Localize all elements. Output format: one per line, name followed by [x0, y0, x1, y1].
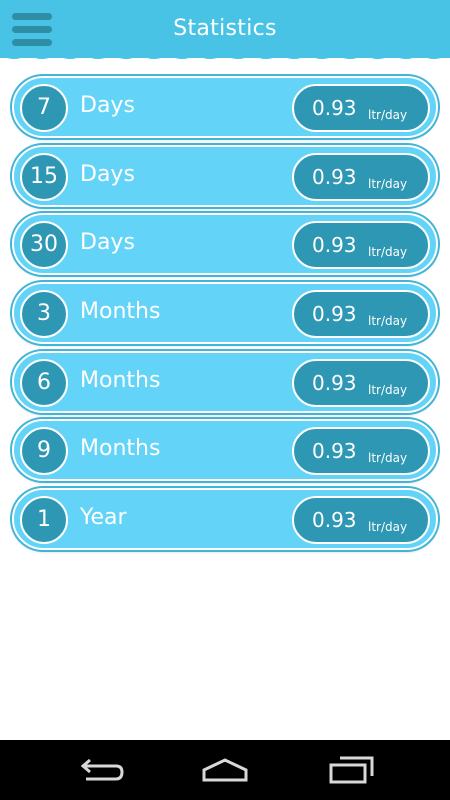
stat-row-6-months[interactable]: 6 Months 0.93 ltr/day [12, 351, 438, 413]
average-value: 0.93 [312, 371, 357, 395]
scallop-wave [308, 48, 336, 59]
value-pill: 0.93 ltr/day [292, 427, 430, 475]
period-label: Days [80, 162, 135, 187]
stat-row-1-year[interactable]: 1 Year 0.93 ltr/day [12, 488, 438, 550]
scallop-wave [392, 48, 420, 59]
scallop-wave [28, 48, 56, 59]
unit-label: ltr/day [368, 314, 408, 328]
stat-row-7-days[interactable]: 7 Days 0.93 ltr/day [12, 76, 438, 138]
scallop-wave [336, 48, 364, 59]
value-pill: 0.93 ltr/day [292, 290, 430, 338]
scallop-wave [0, 48, 28, 59]
stat-row-3-months[interactable]: 3 Months 0.93 ltr/day [12, 282, 438, 344]
period-label: Days [80, 93, 135, 118]
unit-label: ltr/day [368, 177, 408, 191]
period-label: Months [80, 436, 161, 461]
scallop-wave [252, 48, 280, 59]
scallop-wave [196, 48, 224, 59]
scallop-wave [364, 48, 392, 59]
value-pill: 0.93 ltr/day [292, 221, 430, 269]
stat-row-9-months[interactable]: 9 Months 0.93 ltr/day [12, 419, 438, 481]
average-value: 0.93 [312, 302, 357, 326]
period-number: 6 [20, 359, 68, 407]
stat-row-15-days[interactable]: 15 Days 0.93 ltr/day [12, 145, 438, 207]
header-scallop-border [0, 48, 450, 62]
period-label: Months [80, 368, 161, 393]
value-pill: 0.93 ltr/day [292, 84, 430, 132]
average-value: 0.93 [312, 508, 357, 532]
scallop-wave [140, 48, 168, 59]
average-value: 0.93 [312, 439, 357, 463]
value-pill: 0.93 ltr/day [292, 359, 430, 407]
home-icon[interactable] [200, 754, 250, 786]
page-title: Statistics [173, 16, 277, 41]
scallop-wave [56, 48, 84, 59]
period-label: Days [80, 230, 135, 255]
statistics-screen: Statistics 7 Days 0.93 ltr/day 15 Days 0… [0, 0, 450, 800]
value-pill: 0.93 ltr/day [292, 496, 430, 544]
period-label: Months [80, 299, 161, 324]
period-number: 7 [20, 84, 68, 132]
scallop-wave [84, 48, 112, 59]
stat-row-30-days[interactable]: 30 Days 0.93 ltr/day [12, 213, 438, 275]
period-number: 9 [20, 427, 68, 475]
scallop-wave [112, 48, 140, 59]
unit-label: ltr/day [368, 520, 408, 534]
period-number: 1 [20, 496, 68, 544]
average-value: 0.93 [312, 96, 357, 120]
scallop-wave [280, 48, 308, 59]
unit-label: ltr/day [368, 245, 408, 259]
period-number: 15 [20, 153, 68, 201]
period-number: 30 [20, 221, 68, 269]
average-value: 0.93 [312, 165, 357, 189]
system-navigation-bar [0, 740, 450, 800]
unit-label: ltr/day [368, 108, 408, 122]
period-label: Year [80, 505, 127, 530]
scallop-wave [420, 48, 448, 59]
unit-label: ltr/day [368, 383, 408, 397]
back-icon[interactable] [76, 754, 126, 786]
recent-apps-icon[interactable] [326, 754, 376, 786]
scallop-wave [224, 48, 252, 59]
scallop-wave [168, 48, 196, 59]
period-number: 3 [20, 290, 68, 338]
value-pill: 0.93 ltr/day [292, 153, 430, 201]
unit-label: ltr/day [368, 451, 408, 465]
average-value: 0.93 [312, 233, 357, 257]
